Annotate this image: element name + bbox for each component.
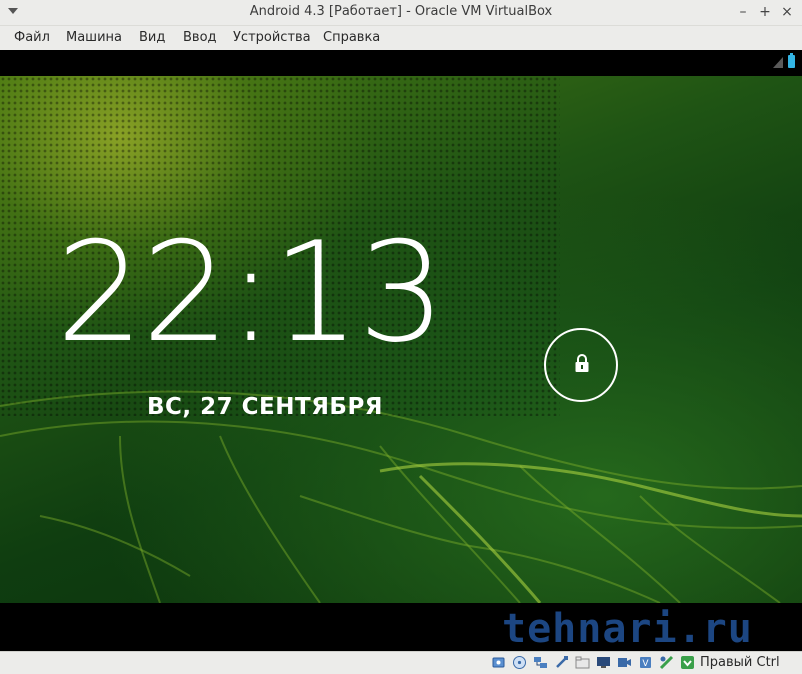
network-icon[interactable]	[533, 655, 548, 670]
menu-help[interactable]: Справка	[323, 30, 380, 45]
signal-icon	[773, 57, 783, 68]
battery-icon	[788, 53, 795, 68]
vm-status-bar: V Правый Ctrl	[0, 651, 802, 674]
android-nav-bar: tehnari.ru	[0, 603, 802, 651]
video-capture-icon[interactable]	[617, 655, 632, 670]
maximize-button[interactable]: +	[756, 3, 774, 21]
hard-disk-icon[interactable]	[491, 655, 506, 670]
unlock-handle[interactable]	[544, 328, 618, 402]
svg-text:V: V	[642, 659, 649, 669]
vm-display[interactable]: 22:13 ВС, 27 СЕНТЯБРЯ tehnari.ru	[0, 50, 802, 651]
lockscreen-date: ВС, 27 СЕНТЯБРЯ	[147, 394, 384, 420]
title-bar: Android 4.3 [Работает] - Oracle VM Virtu…	[0, 0, 802, 26]
android-status-bar	[0, 50, 802, 76]
display-icon[interactable]	[596, 655, 611, 670]
clock-hours: 22	[56, 212, 230, 373]
clock-minutes: 13	[272, 212, 446, 373]
menu-bar: Файл Машина Вид Ввод Устройства Справка	[0, 26, 802, 50]
lockscreen-wallpaper: 22:13 ВС, 27 СЕНТЯБРЯ	[0, 76, 802, 603]
usb-icon[interactable]	[554, 655, 569, 670]
lock-icon	[575, 354, 589, 372]
mouse-integration-icon[interactable]	[659, 655, 674, 670]
menu-machine[interactable]: Машина	[66, 30, 122, 45]
menu-input[interactable]: Ввод	[183, 30, 217, 45]
clock-colon: :	[227, 212, 274, 373]
watermark-text: tehnari.ru	[502, 606, 753, 651]
close-button[interactable]: ×	[778, 3, 796, 21]
menu-devices[interactable]: Устройства	[233, 30, 311, 45]
virtualization-icon[interactable]: V	[638, 655, 653, 670]
shared-folders-icon[interactable]	[575, 655, 590, 670]
minimize-button[interactable]: –	[734, 3, 752, 21]
guest-additions-icon[interactable]	[680, 655, 695, 670]
host-key-label: Правый Ctrl	[700, 655, 780, 670]
menu-file[interactable]: Файл	[14, 30, 50, 45]
menu-view[interactable]: Вид	[139, 30, 165, 45]
window-title: Android 4.3 [Работает] - Oracle VM Virtu…	[249, 4, 553, 19]
lockscreen-clock: 22:13	[56, 224, 446, 362]
optical-disk-icon[interactable]	[512, 655, 527, 670]
